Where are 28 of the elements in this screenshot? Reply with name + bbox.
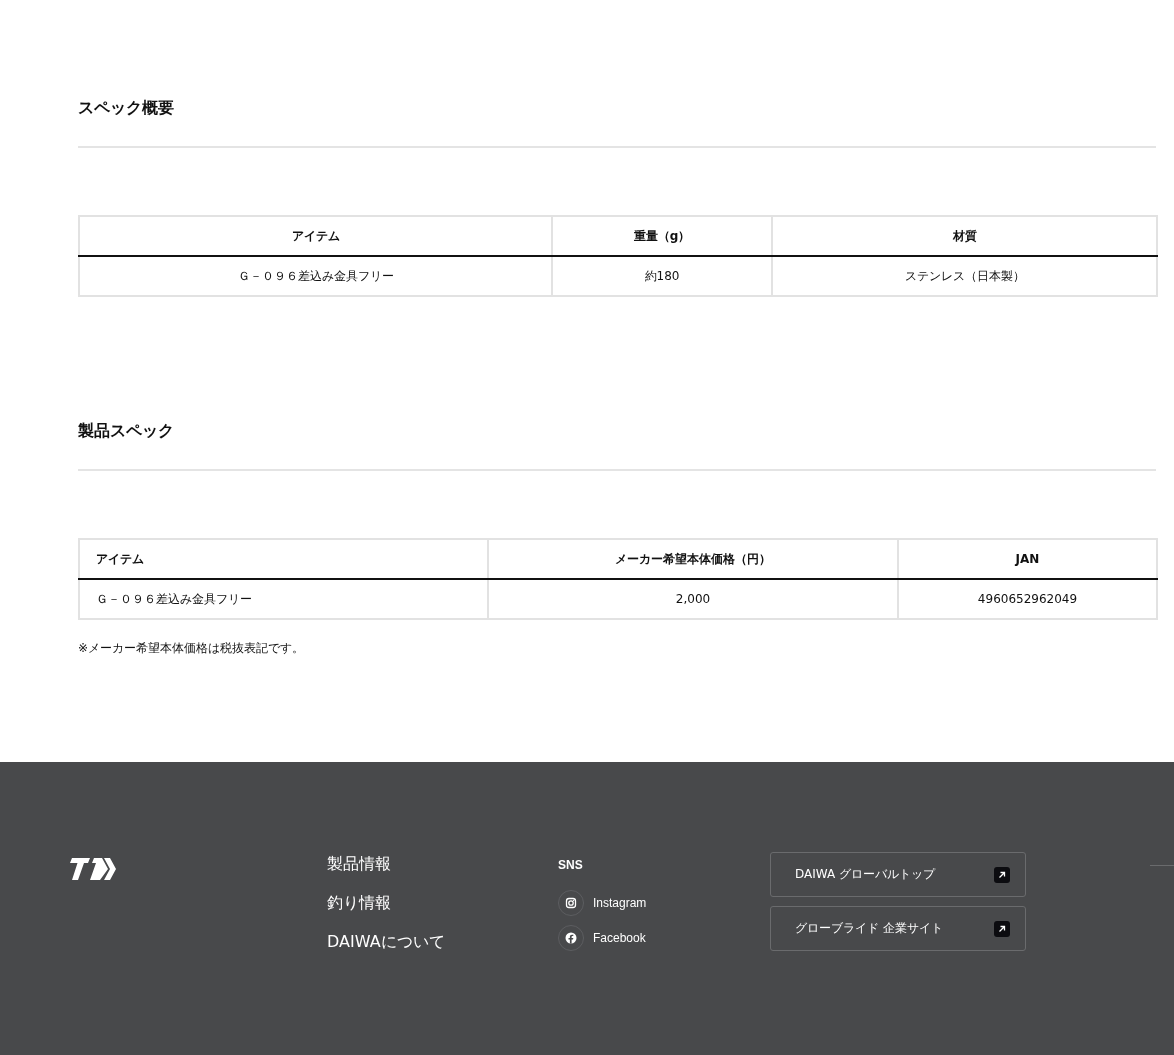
sns-heading: SNS — [558, 858, 584, 872]
column-header: 重量（g） — [552, 216, 772, 256]
table-cell: ステンレス（日本製） — [772, 256, 1157, 296]
footer-nav-link[interactable]: 製品情報 — [327, 852, 558, 876]
table-cell: 4960652962049 — [898, 579, 1157, 619]
section-title: スペック概要 — [78, 97, 175, 119]
table-cell: 約180 — [552, 256, 772, 296]
column-header: JAN — [898, 539, 1157, 579]
column-header: メーカー希望本体価格（円） — [488, 539, 898, 579]
column-header: アイテム — [79, 539, 488, 579]
external-link-icon — [994, 920, 1010, 937]
column-header: アイテム — [79, 216, 552, 256]
external-link-icon — [994, 866, 1010, 883]
table-cell: Ｇ－０９６差込み金具フリー — [79, 256, 552, 296]
facebook-icon — [558, 925, 584, 951]
footer-nav-link[interactable]: 釣り情報 — [327, 891, 558, 915]
table-cell: Ｇ－０９６差込み金具フリー — [79, 579, 488, 619]
section-title: 製品スペック — [78, 420, 175, 442]
footer-nav-link[interactable]: DAIWAについて — [327, 930, 558, 954]
sns-link[interactable]: Facebook — [558, 925, 770, 951]
price-note: ※メーカー希望本体価格は税抜表記です。 — [78, 640, 306, 657]
table-cell: 2,000 — [488, 579, 898, 619]
sns-link[interactable]: Instagram — [558, 890, 770, 916]
instagram-icon — [558, 890, 584, 916]
column-header: 材質 — [772, 216, 1157, 256]
logo-icon — [70, 858, 116, 880]
external-site-link[interactable]: DAIWA グローバルトップ — [770, 852, 1026, 897]
external-site-link[interactable]: グローブライド 企業サイト — [770, 906, 1026, 951]
